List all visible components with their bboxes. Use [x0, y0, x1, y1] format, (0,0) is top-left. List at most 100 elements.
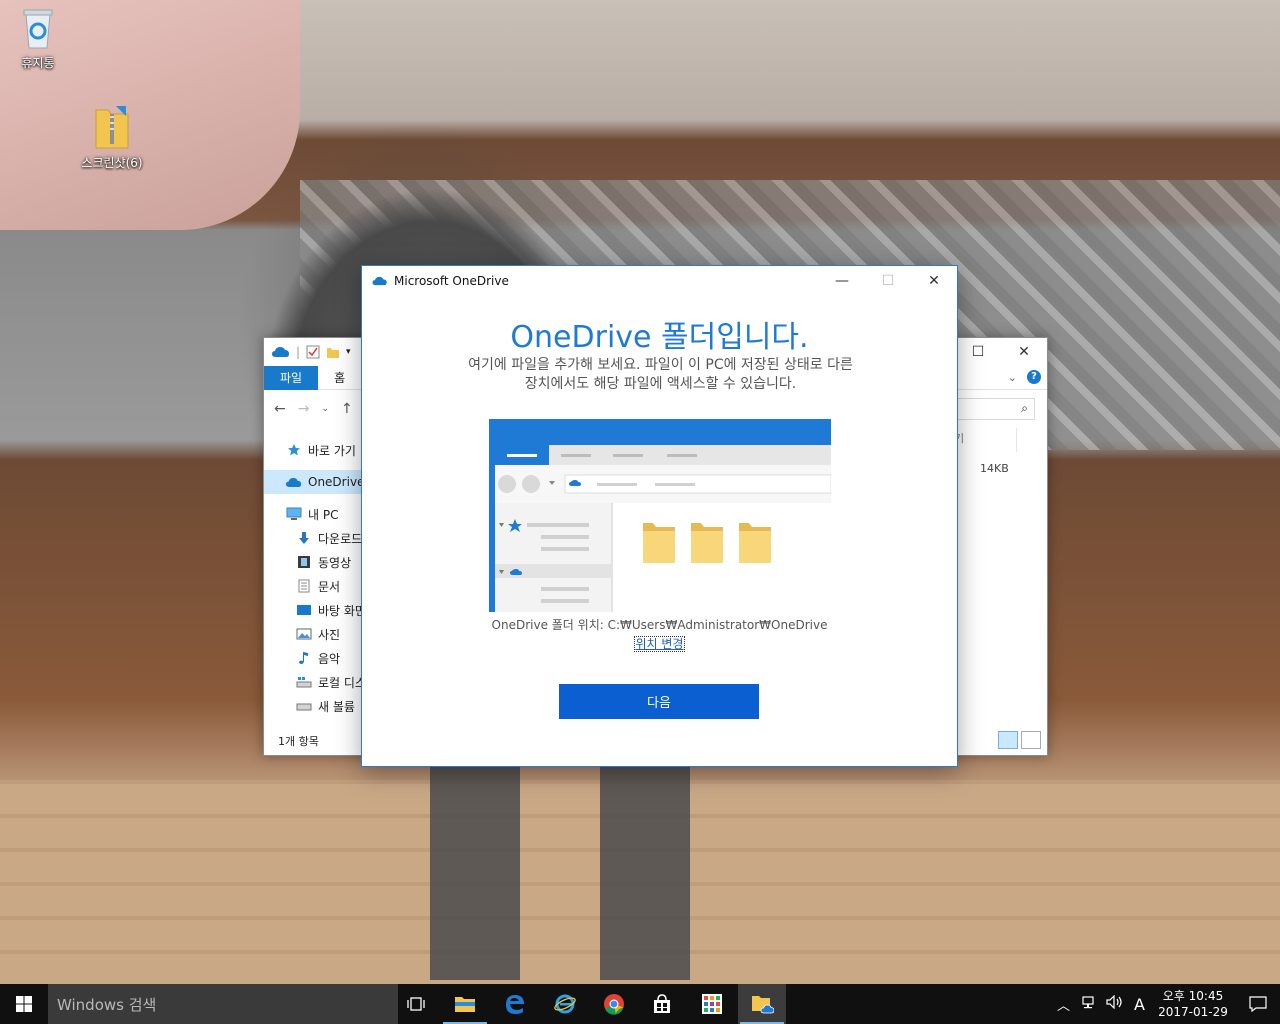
picture-icon: [296, 627, 312, 641]
up-arrow-icon[interactable]: ↑: [341, 401, 353, 417]
desktop-icon-recycle-bin[interactable]: 휴지통: [0, 6, 76, 71]
sidebar-item-quick-access[interactable]: 바로 가기: [264, 438, 362, 462]
onedrive-cloud-icon: [272, 347, 289, 357]
sidebar-item-desktop[interactable]: 바탕 화면: [264, 598, 362, 622]
sidebar-item-pictures[interactable]: 사진: [264, 622, 362, 646]
taskbar-store[interactable]: [638, 984, 686, 1024]
folder-icon: [739, 523, 771, 563]
view-toggle: [998, 731, 1041, 749]
expand-ribbon-chevron-icon[interactable]: ⌄: [1008, 371, 1017, 384]
document-icon: [296, 579, 312, 593]
sidebar-item-label: 새 볼륨: [318, 699, 355, 714]
customize-quick-access-icon[interactable]: ▾: [346, 347, 351, 357]
minimize-icon[interactable]: —: [819, 266, 865, 296]
sidebar-item-downloads[interactable]: 다운로드: [264, 526, 362, 550]
task-view-button[interactable]: [392, 984, 440, 1024]
dialog-description: 여기에 파일을 추가해 보세요. 파일이 이 PC에 저장된 상태로 다른 장치…: [422, 356, 899, 394]
onedrive-folder-location: OneDrive 폴더 위치: C:₩Users₩Administrator₩O…: [491, 618, 828, 632]
network-icon[interactable]: [1075, 995, 1101, 1013]
folder-icon: [643, 523, 675, 563]
drive-icon: [296, 699, 312, 713]
sidebar-item-new-volume[interactable]: 새 볼륨: [264, 694, 362, 718]
next-button[interactable]: 다음: [559, 684, 759, 719]
sidebar-item-label: 문서: [318, 579, 341, 594]
dialog-heading: OneDrive 폴더입니다.: [510, 320, 809, 355]
sidebar-item-label: 바탕 화면: [318, 603, 362, 618]
sidebar-item-label: 내 PC: [308, 507, 339, 522]
forward-arrow-icon[interactable]: →: [298, 401, 310, 417]
properties-icon[interactable]: [306, 345, 320, 359]
desktop-icon-label: 스크린샷(6): [81, 156, 143, 170]
new-folder-icon[interactable]: [326, 345, 340, 359]
dialog-title: Microsoft OneDrive: [394, 274, 509, 288]
sidebar-item-documents[interactable]: 문서: [264, 574, 362, 598]
details-view-icon[interactable]: [998, 731, 1018, 749]
taskbar-onedrive-setup[interactable]: [738, 984, 786, 1024]
tab-home[interactable]: 홈: [318, 366, 361, 390]
internet-explorer-icon: [554, 994, 576, 1014]
onedrive-cloud-icon: [286, 475, 302, 489]
file-size-cell: 14KB: [980, 462, 1009, 475]
change-location-link-wrap: 위치 변경: [362, 635, 957, 652]
change-location-link[interactable]: 위치 변경: [633, 636, 686, 652]
close-icon[interactable]: ✕: [1001, 338, 1047, 366]
action-center-icon: [1249, 996, 1267, 1012]
taskbar-chrome[interactable]: [590, 984, 638, 1024]
sidebar-item-onedrive[interactable]: OneDrive: [264, 470, 362, 494]
show-hidden-icons-chevron-icon[interactable]: ︿: [1052, 995, 1075, 1014]
taskbar-file-explorer[interactable]: [441, 984, 489, 1024]
film-icon: [296, 555, 312, 569]
file-explorer-icon: [455, 997, 475, 1012]
download-arrow-icon: [296, 531, 312, 545]
clock-date: 2017-01-29: [1158, 1005, 1228, 1019]
maximize-icon[interactable]: ☐: [865, 266, 911, 296]
recent-locations-chevron-icon[interactable]: ⌄: [321, 404, 329, 414]
onedrive-setup-dialog: Microsoft OneDrive — ☐ ✕ OneDrive 폴더입니다.…: [361, 265, 958, 767]
action-center-button[interactable]: [1236, 984, 1280, 1024]
clock-time: 오후 10:45: [1162, 989, 1224, 1003]
windows-logo-icon: [16, 996, 32, 1012]
start-button[interactable]: [0, 984, 48, 1024]
volume-icon[interactable]: [1101, 994, 1129, 1013]
help-icon[interactable]: ?: [1027, 370, 1041, 384]
sidebar-item-label: OneDrive: [308, 475, 362, 489]
back-arrow-icon[interactable]: ←: [274, 401, 286, 417]
desktop-icon: [296, 603, 312, 617]
description-line-1: 여기에 파일을 추가해 보세요. 파일이 이 PC에 저장된 상태로 다른: [468, 357, 853, 373]
sidebar-item-this-pc[interactable]: 내 PC: [264, 502, 362, 526]
store-bag-icon: [654, 994, 670, 1013]
edge-icon: [506, 995, 524, 1014]
folder-icon: [691, 523, 723, 563]
office-tiles-icon: [702, 994, 722, 1014]
search-input[interactable]: ⌕: [955, 398, 1035, 420]
taskbar-edge[interactable]: [491, 984, 539, 1024]
computer-icon: [286, 507, 302, 521]
explorer-window-controls: ☐ ✕: [955, 338, 1047, 366]
status-item-count: 1개 항목: [278, 735, 319, 748]
large-icons-view-icon[interactable]: [1021, 731, 1041, 749]
input-method-indicator[interactable]: A: [1129, 995, 1150, 1014]
title-separator: |: [296, 345, 301, 359]
windows-drive-icon: [296, 675, 312, 689]
tab-file[interactable]: 파일: [264, 365, 319, 390]
navigation-pane: 바로 가기 OneDrive 내 PC 다운로드 동영상 문서 바탕 화면 사진…: [264, 438, 362, 718]
maximize-icon[interactable]: ☐: [955, 338, 1001, 366]
column-divider: [1016, 428, 1017, 452]
recycle-bin-icon: [23, 9, 53, 49]
clock[interactable]: 오후 10:45 2017-01-29: [1150, 988, 1236, 1020]
sidebar-item-local-disk[interactable]: 로컬 디스: [264, 670, 362, 694]
sidebar-item-label: 음악: [318, 651, 341, 666]
task-view-icon: [407, 997, 425, 1011]
taskbar-internet-explorer[interactable]: [541, 984, 589, 1024]
close-icon[interactable]: ✕: [911, 266, 957, 296]
system-tray: ︿ A 오후 10:45 2017-01-29: [1052, 984, 1280, 1024]
desktop-icon-screenshots-zip[interactable]: 스크린샷(6): [74, 104, 150, 171]
sidebar-item-videos[interactable]: 동영상: [264, 550, 362, 574]
ribbon-right-controls: ⌄ ?: [1008, 370, 1041, 384]
taskbar-office[interactable]: [688, 984, 736, 1024]
taskbar: Windows 검색 ︿ A 오후 10:45 2017-01-29: [0, 984, 1280, 1024]
taskbar-search-box[interactable]: Windows 검색: [48, 984, 398, 1024]
sidebar-item-music[interactable]: 음악: [264, 646, 362, 670]
dialog-window-controls: — ☐ ✕: [819, 266, 957, 296]
onedrive-cloud-icon: [372, 276, 387, 286]
